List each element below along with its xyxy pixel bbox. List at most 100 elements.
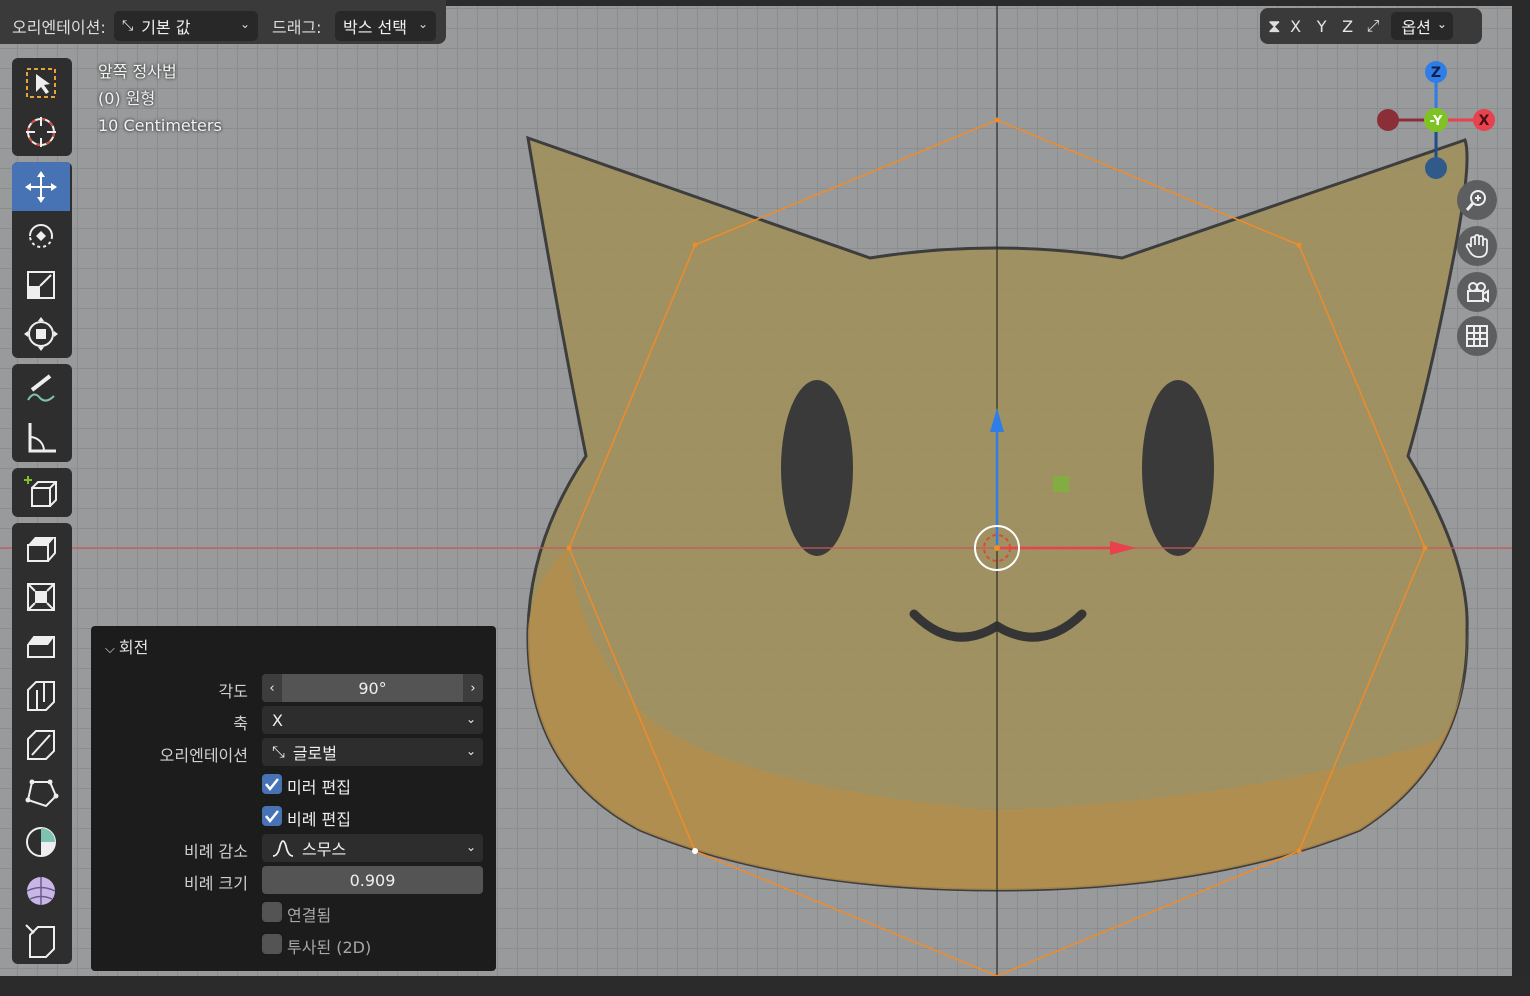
zoom-button[interactable] [1457, 180, 1497, 220]
proportional-size-value: 0.909 [349, 870, 396, 890]
select-box-tool[interactable] [12, 58, 70, 107]
angle-row: 각도 ‹ 90° › [91, 674, 496, 704]
chevron-left-icon[interactable]: ‹ [262, 674, 282, 702]
axis-dropdown[interactable]: X ⌄ [262, 706, 483, 734]
add-cube-icon [24, 475, 57, 507]
tool-group-add [12, 468, 72, 517]
spin-tool[interactable] [12, 817, 70, 866]
navigation-gizmo[interactable]: Z X -Y [1370, 56, 1500, 186]
auto-merge-icon[interactable]: ⤢ [1367, 16, 1380, 36]
drag-value: 박스 선택 [343, 18, 407, 37]
smooth-icon [26, 876, 56, 905]
proportional-size-field[interactable]: 0.909 [262, 866, 483, 894]
transform-tool[interactable] [12, 309, 70, 358]
mirror-butterfly-icon[interactable]: ⧗ [1268, 16, 1281, 37]
inset-tool[interactable] [12, 572, 70, 621]
rotate-tool[interactable] [12, 211, 70, 260]
angle-label: 각도 [218, 682, 248, 701]
mirror-edit-checkbox[interactable] [262, 774, 282, 794]
tool-group-annotate [12, 364, 72, 462]
shrink-fatten-icon [25, 923, 55, 958]
options-label: 옵션 [1401, 18, 1431, 37]
axis-value: X [272, 710, 283, 730]
checkmark-icon [265, 778, 279, 792]
cursor-icon [26, 116, 56, 147]
tool-group-mesh [12, 523, 72, 964]
mirror-options-header: ⧗ X Y Z ⤢ 옵션 ⌄ [1260, 8, 1482, 44]
left-eye [781, 380, 853, 556]
options-dropdown[interactable]: 옵션 ⌄ [1391, 12, 1453, 40]
connected-checkbox[interactable] [262, 902, 282, 922]
smooth-tool[interactable] [12, 866, 70, 915]
chevron-down-icon: ⌄ [465, 712, 476, 726]
inset-icon [27, 582, 55, 611]
drag-dropdown[interactable]: 박스 선택 ⌄ [335, 11, 436, 41]
knife-icon [27, 729, 55, 760]
zoom-icon [1465, 190, 1486, 211]
add-cube-tool[interactable] [12, 468, 70, 517]
transform-icon [24, 316, 58, 351]
move-icon [25, 170, 57, 203]
viewport-header: 오리엔테이션: ⤡ 기본 값 ⌄ 드래그: 박스 선택 ⌄ [0, 0, 446, 44]
panel-header[interactable]: ⌵ 회전 [105, 634, 148, 658]
hand-icon [1465, 234, 1488, 258]
3d-viewport[interactable]: 오리엔테이션: ⤡ 기본 값 ⌄ 드래그: 박스 선택 ⌄ ⧗ X Y Z ⤢ … [0, 0, 1512, 976]
falloff-row: 비례 감소 스무스 ⌄ [91, 834, 496, 864]
mirror-z-button[interactable]: Z [1337, 17, 1359, 36]
falloff-value: 스무스 [302, 840, 347, 859]
select-box-icon [26, 67, 56, 98]
mirror-y-button[interactable]: Y [1311, 17, 1333, 36]
chevron-down-icon: ⌄ [417, 17, 428, 31]
poly-build-tool[interactable] [12, 768, 70, 817]
chevron-right-icon[interactable]: › [463, 674, 483, 702]
view-name: 앞쪽 정사법 [98, 62, 177, 81]
measure-tool[interactable] [12, 413, 70, 462]
orientation-row: 오리엔테이션 ⤡ 글로벌 ⌄ [91, 738, 496, 768]
adjust-last-operation-panel: ⌵ 회전 각도 ‹ 90° › 축 X ⌄ 오리엔테이션 ⤡ 글로벌 ⌄ 미러 … [91, 626, 496, 971]
grid-icon [1466, 325, 1488, 347]
annotate-tool[interactable] [12, 364, 70, 413]
mirror-edit-row: 미러 편집 [91, 770, 496, 800]
proportional-size-row: 비례 크기 0.909 [91, 866, 496, 896]
proportional-edit-checkbox[interactable] [262, 806, 282, 826]
scale-tool[interactable] [12, 260, 70, 309]
right-eye [1142, 380, 1214, 556]
falloff-dropdown[interactable]: 스무스 ⌄ [262, 834, 483, 862]
spin-icon [26, 826, 56, 857]
loop-cut-tool[interactable] [12, 670, 70, 719]
projected-checkbox[interactable] [262, 934, 282, 954]
camera-button[interactable] [1457, 272, 1497, 312]
panel-title: 회전 [118, 638, 149, 657]
ortho-toggle-button[interactable] [1457, 316, 1497, 356]
proportional-size-label: 비례 크기 [184, 874, 248, 893]
bevel-tool[interactable] [12, 621, 70, 670]
extrude-tool[interactable] [12, 523, 70, 572]
chevron-down-icon: ⌵ [105, 642, 115, 657]
orientation-value: 기본 값 [141, 18, 191, 37]
connected-row: 연결됨 [91, 898, 496, 928]
mirror-x-button[interactable]: X [1285, 17, 1307, 36]
extrude-icon [27, 536, 56, 562]
pencil-icon [27, 373, 55, 402]
scale-icon [27, 270, 55, 299]
camera-icon [1467, 282, 1489, 303]
projected-row: 투사된 (2D) [91, 930, 496, 960]
orientation-icon: ⤡ [122, 18, 134, 34]
connected-label: 연결됨 [287, 906, 332, 925]
shrink-fatten-tool[interactable] [12, 915, 70, 964]
ruler-icon [28, 422, 56, 452]
orientation-label: 오리엔테이션: [12, 18, 106, 37]
orientation-label: 오리엔테이션 [159, 746, 248, 765]
axis-label: 축 [233, 714, 248, 733]
falloff-label: 비례 감소 [184, 842, 248, 861]
chevron-down-icon: ⌄ [239, 17, 250, 31]
orientation-dropdown[interactable]: ⤡ 글로벌 ⌄ [262, 738, 483, 766]
angle-field[interactable]: ‹ 90° › [262, 674, 483, 702]
cursor-tool[interactable] [12, 107, 70, 156]
knife-tool[interactable] [12, 719, 70, 768]
orientation-dropdown[interactable]: ⤡ 기본 값 ⌄ [114, 11, 258, 41]
pan-button[interactable] [1457, 226, 1497, 266]
properties-edge [1512, 0, 1530, 996]
move-tool[interactable] [12, 162, 70, 211]
proportional-edit-row: 비례 편집 [91, 802, 496, 832]
